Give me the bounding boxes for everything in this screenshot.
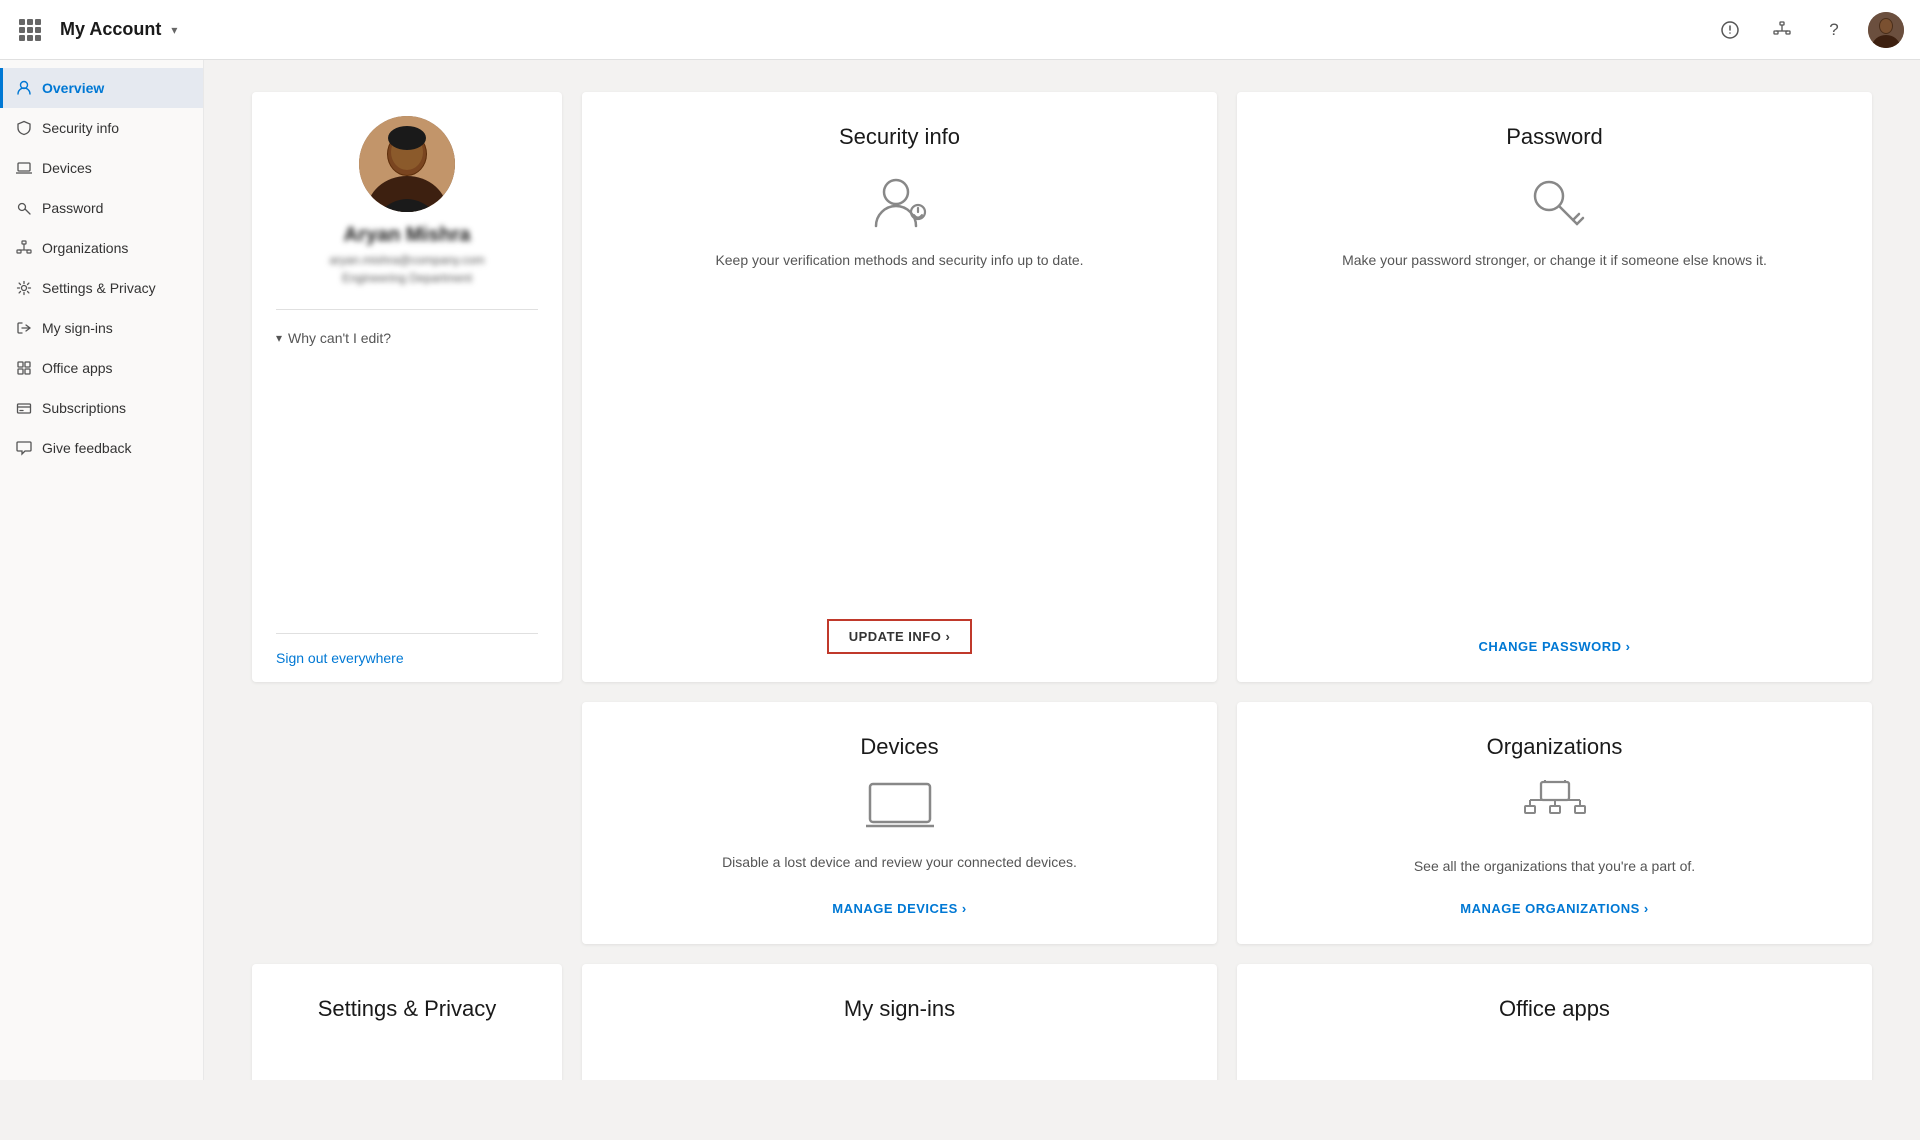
settings-privacy-title: Settings & Privacy (318, 996, 497, 1022)
waffle-icon (19, 19, 41, 41)
laptop-icon (16, 160, 32, 176)
notifications-button[interactable] (1712, 12, 1748, 48)
organizations-card: Organizations See all (1237, 702, 1872, 944)
profile-card-inner: Aryan Mishra aryan.mishra@company.com En… (252, 92, 562, 322)
update-info-button[interactable]: UPDATE INFO › (827, 619, 973, 654)
sidebar-item-organizations[interactable]: Organizations (0, 228, 203, 268)
password-icon (1523, 170, 1587, 234)
profile-card: Aryan Mishra aryan.mishra@company.com En… (252, 92, 562, 682)
settings-privacy-card: Settings & Privacy (252, 964, 562, 1080)
sidebar-item-security-info[interactable]: Security info (0, 108, 203, 148)
header-chevron-icon: ▾ (171, 23, 177, 37)
why-cant-edit-label: Why can't I edit? (288, 330, 391, 346)
organizations-title: Organizations (1487, 734, 1623, 760)
password-title: Password (1506, 124, 1603, 150)
sidebar-item-my-sign-ins[interactable]: My sign-ins (0, 308, 203, 348)
cards-row-1: Aryan Mishra aryan.mishra@company.com En… (252, 92, 1872, 682)
sidebar-item-password[interactable]: Password (0, 188, 203, 228)
chevron-down-icon: ▾ (276, 331, 282, 345)
subscriptions-icon (16, 400, 32, 416)
office-apps-title: Office apps (1499, 996, 1610, 1022)
organizations-icon (1523, 780, 1587, 840)
cards-row-3: Settings & Privacy My sign-ins Office ap… (252, 964, 1872, 1080)
avatar-svg (359, 116, 455, 212)
sidebar-label-signins: My sign-ins (42, 320, 113, 336)
devices-desc: Disable a lost device and review your co… (722, 852, 1077, 877)
change-password-link[interactable]: CHANGE PASSWORD › (1479, 639, 1631, 654)
sidebar-label-settings: Settings & Privacy (42, 280, 156, 296)
security-info-icon (868, 170, 932, 234)
why-cant-edit-link[interactable]: ▾ Why can't I edit? (252, 322, 562, 354)
settings-icon (16, 280, 32, 296)
sidebar-item-overview[interactable]: Overview (0, 68, 203, 108)
shield-icon (16, 120, 32, 136)
sidebar-label-overview: Overview (42, 80, 104, 96)
sidebar-item-give-feedback[interactable]: Give feedback (0, 428, 203, 468)
security-info-desc: Keep your verification methods and secur… (715, 250, 1083, 595)
header-right: ? (1712, 12, 1904, 48)
sidebar-label-security: Security info (42, 120, 119, 136)
help-button[interactable]: ? (1816, 12, 1852, 48)
security-info-card: Security info Keep your verification met… (582, 92, 1217, 682)
organizations-desc: See all the organizations that you're a … (1414, 856, 1695, 877)
avatar-image (1868, 12, 1904, 48)
sidebar-label-organizations: Organizations (42, 240, 128, 256)
user-avatar[interactable] (1868, 12, 1904, 48)
devices-card: Devices Disable a lost device and review… (582, 702, 1217, 944)
devices-title: Devices (860, 734, 938, 760)
header-title: My Account (60, 19, 161, 40)
profile-avatar (359, 116, 455, 212)
manage-devices-link[interactable]: MANAGE DEVICES › (832, 901, 966, 916)
org-sidebar-icon (16, 240, 32, 256)
profile-email: aryan.mishra@company.com (329, 253, 484, 267)
sidebar-label-office: Office apps (42, 360, 113, 376)
signin-icon (16, 320, 32, 336)
main-content: Aryan Mishra aryan.mishra@company.com En… (204, 60, 1920, 1080)
profile-placeholder (252, 702, 562, 944)
org-button[interactable] (1764, 12, 1800, 48)
sidebar-item-settings-privacy[interactable]: Settings & Privacy (0, 268, 203, 308)
my-sign-ins-card: My sign-ins (582, 964, 1217, 1080)
profile-name: Aryan Mishra (344, 224, 471, 247)
header-left: My Account ▾ (16, 12, 177, 48)
manage-organizations-link[interactable]: MANAGE ORGANIZATIONS › (1460, 901, 1648, 916)
header: My Account ▾ ? (0, 0, 1920, 60)
sidebar-item-devices[interactable]: Devices (0, 148, 203, 188)
sidebar-item-office-apps[interactable]: Office apps (0, 348, 203, 388)
main-layout: Overview Security info Devices (0, 60, 1920, 1080)
password-card: Password Make your password stronger, or… (1237, 92, 1872, 682)
office-apps-card: Office apps (1237, 964, 1872, 1080)
org-icon (1772, 20, 1792, 40)
help-icon: ? (1829, 20, 1838, 40)
sidebar: Overview Security info Devices (0, 60, 204, 1080)
sign-out-everywhere-link[interactable]: Sign out everywhere (252, 634, 562, 682)
sidebar-label-subscriptions: Subscriptions (42, 400, 126, 416)
sidebar-label-password: Password (42, 200, 103, 216)
profile-dept: Engineering Department (342, 271, 472, 285)
password-desc: Make your password stronger, or change i… (1342, 250, 1767, 615)
sidebar-item-subscriptions[interactable]: Subscriptions (0, 388, 203, 428)
waffle-menu-button[interactable] (16, 12, 52, 48)
sidebar-label-devices: Devices (42, 160, 92, 176)
office-icon (16, 360, 32, 376)
sidebar-label-feedback: Give feedback (42, 440, 132, 456)
security-info-title: Security info (839, 124, 960, 150)
key-icon (16, 200, 32, 216)
my-sign-ins-title: My sign-ins (844, 996, 955, 1022)
person-icon (16, 80, 32, 96)
feedback-icon (16, 440, 32, 456)
profile-divider (276, 309, 538, 310)
notification-icon (1720, 20, 1740, 40)
devices-icon (866, 780, 934, 836)
